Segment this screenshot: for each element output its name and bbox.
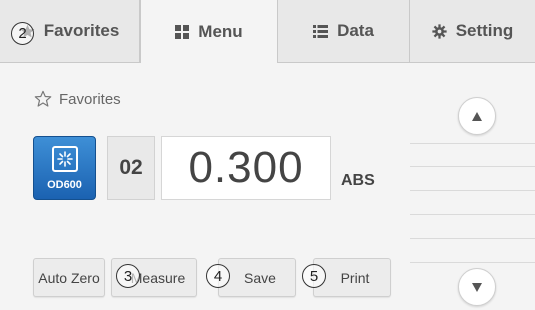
auto-zero-button[interactable]: Auto Zero bbox=[33, 258, 105, 297]
gear-icon bbox=[432, 23, 447, 39]
print-label: Print bbox=[340, 269, 370, 286]
od600-button[interactable]: OD600 bbox=[33, 136, 96, 200]
callout-3: 3 bbox=[116, 264, 140, 288]
favorites-title: Favorites bbox=[59, 90, 121, 108]
measurement-value: 0.300 bbox=[161, 136, 331, 200]
list-divider bbox=[410, 238, 535, 239]
callout-5: 5 bbox=[302, 264, 326, 288]
callout-4: 4 bbox=[206, 264, 230, 288]
grid-icon bbox=[175, 24, 190, 39]
measurement-unit: ABS bbox=[341, 172, 375, 189]
list-divider bbox=[410, 190, 535, 191]
slot-number: 02 bbox=[107, 136, 155, 200]
tab-setting-label: Setting bbox=[455, 21, 514, 40]
list-divider bbox=[410, 143, 535, 144]
tab-bar: Favorites 2 Menu Data Setting bbox=[0, 0, 535, 63]
list-icon bbox=[313, 24, 329, 38]
triangle-up-icon bbox=[472, 111, 482, 121]
callout-2: 2 bbox=[11, 22, 34, 45]
od600-icon bbox=[51, 146, 78, 172]
scroll-up-button[interactable] bbox=[458, 97, 496, 135]
tab-favorites[interactable]: Favorites 2 bbox=[0, 0, 140, 63]
list-divider bbox=[410, 166, 535, 167]
list-divider bbox=[410, 214, 535, 215]
favorites-header: Favorites bbox=[34, 90, 121, 108]
tab-favorites-label: Favorites bbox=[43, 21, 120, 40]
list-divider bbox=[410, 262, 535, 263]
tab-menu-label: Menu bbox=[198, 21, 243, 41]
od600-label: OD600 bbox=[47, 179, 82, 191]
save-label: Save bbox=[244, 269, 276, 286]
tab-setting[interactable]: Setting bbox=[410, 0, 535, 63]
tab-data-label: Data bbox=[337, 21, 374, 40]
star-outline-icon bbox=[34, 90, 52, 107]
triangle-down-icon bbox=[472, 282, 482, 292]
scroll-down-button[interactable] bbox=[458, 268, 496, 306]
tab-data[interactable]: Data bbox=[278, 0, 410, 63]
instrument-screen: Favorites 2 Menu Data Setting Favorites … bbox=[0, 0, 535, 310]
tab-menu[interactable]: Menu bbox=[140, 0, 278, 63]
auto-zero-label: Auto Zero bbox=[38, 269, 100, 286]
